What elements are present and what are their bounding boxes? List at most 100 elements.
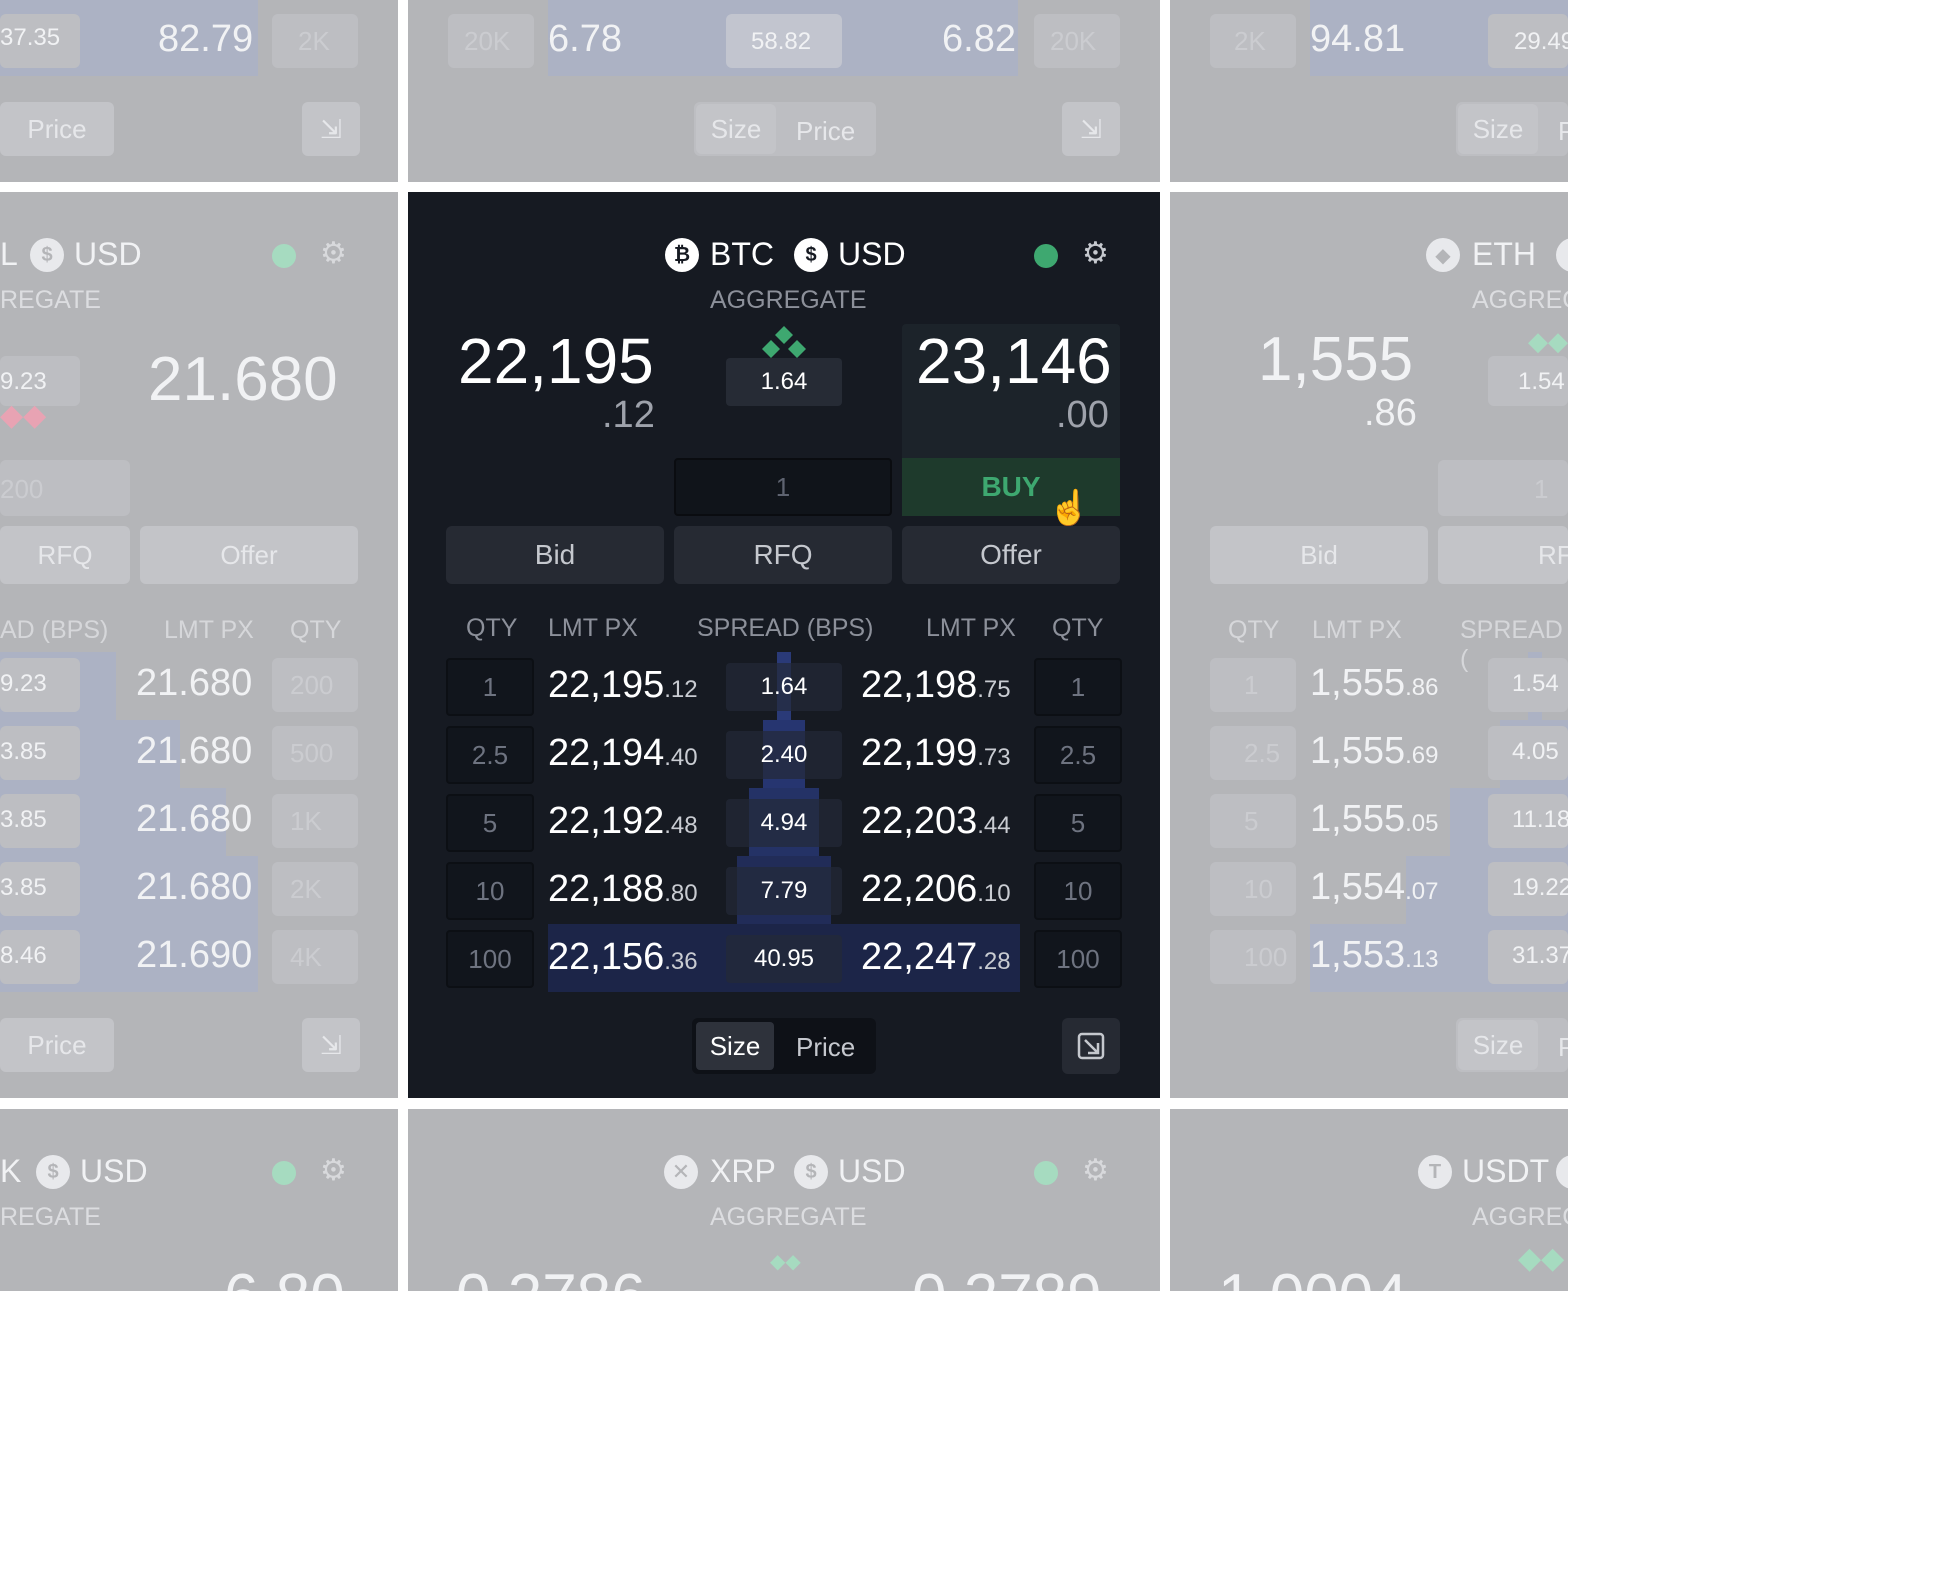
quote-symbol: USD — [838, 1153, 906, 1189]
limit-price[interactable]: 1,554.07 — [1310, 866, 1438, 909]
spread-value: 8.46 — [0, 942, 47, 969]
price-fraction: .69 — [1405, 742, 1439, 769]
bid-limit-price[interactable]: 22,195.12 — [548, 664, 698, 707]
price-fraction: .40 — [664, 744, 698, 771]
price-integer: 22,199 — [861, 732, 978, 774]
usd-coin-icon: $ — [30, 238, 64, 272]
qty-cell-left[interactable]: 1 — [446, 658, 534, 716]
spread-cell: 2.40 — [726, 731, 842, 779]
tile-top-center: 20K 6.78 58.82 6.82 20K Size Price ⇲ — [408, 0, 1160, 182]
bid-button[interactable]: Bid — [1210, 526, 1428, 584]
price-integer: 22,195 — [548, 664, 665, 706]
gear-icon[interactable]: ⚙ — [1082, 1153, 1109, 1188]
ask-price-big: 0.2789 — [912, 1261, 1102, 1291]
mode-label: REGATE — [0, 1203, 101, 1231]
qty-cell-right[interactable]: 100 — [1034, 930, 1122, 988]
size-toggle[interactable]: Size — [1458, 104, 1538, 154]
col-lmt-px-left: LMT PX — [548, 614, 638, 642]
limit-price[interactable]: 21.680 — [136, 662, 252, 705]
price-integer: 1,555 — [1310, 730, 1406, 772]
col-lmt-px: LMT PX — [164, 616, 254, 644]
price-toggle[interactable]: Price — [796, 1032, 855, 1063]
spread-value: 1.54 — [1518, 368, 1565, 395]
bid-limit-price[interactable]: 22,188.80 — [548, 868, 698, 911]
price-toggle[interactable]: Price — [796, 116, 855, 147]
usd-coin-icon: $ — [794, 1155, 828, 1189]
bid-limit-price[interactable]: 22,156.36 — [548, 936, 698, 979]
price-integer: 22,188 — [548, 868, 665, 910]
spread-value: 31.37 — [1512, 942, 1568, 969]
price-toggle[interactable]: Price — [0, 1018, 114, 1072]
gear-icon[interactable]: ⚙ — [320, 1153, 347, 1188]
limit-price[interactable]: 1,555.69 — [1310, 730, 1438, 773]
qty-cell-right[interactable]: 1 — [1034, 658, 1122, 716]
spread-cell: 1.64 — [726, 663, 842, 711]
size-toggle[interactable]: Size — [1458, 1020, 1538, 1070]
qty-cell-left[interactable]: 2.5 — [446, 726, 534, 784]
qty-cell-right[interactable]: 2.5 — [1034, 726, 1122, 784]
qty-cell-left[interactable]: 100 — [446, 930, 534, 988]
price-fraction: .80 — [664, 880, 698, 907]
qty-cell-right[interactable]: 5 — [1034, 794, 1122, 852]
limit-price[interactable]: 21.680 — [136, 798, 252, 841]
offer-button[interactable]: Offer — [140, 526, 358, 584]
limit-price[interactable]: 21.680 — [136, 866, 252, 909]
col-lmt-px: LMT PX — [1312, 616, 1402, 644]
limit-price[interactable]: 21.680 — [136, 730, 252, 773]
bid-limit-price[interactable]: 22,194.40 — [548, 732, 698, 775]
qty-input[interactable] — [1438, 460, 1568, 516]
qty-value: 2K — [1234, 26, 1266, 56]
spread-cell: 7.79 — [726, 867, 842, 915]
qty-value: 1 — [1244, 670, 1259, 700]
ask-limit-price[interactable]: 22,206.10 — [861, 868, 1011, 911]
limit-price[interactable]: 1,555.05 — [1310, 798, 1438, 841]
price-big: 6.80 — [224, 1261, 345, 1291]
rfq-button[interactable]: RFQ — [0, 526, 130, 584]
spread-value: 58.82 — [751, 28, 812, 55]
rfq-button[interactable]: RFQ — [674, 526, 892, 584]
size-toggle[interactable]: Size — [696, 1022, 774, 1070]
qty-input[interactable]: 1 — [674, 458, 892, 516]
col-qty-left: QTY — [466, 614, 518, 642]
btc-usd-tile: ₿ BTC $ USD ⚙ AGGREGATE 22,195 .12 1.64 … — [408, 192, 1160, 1098]
qty-cell-right[interactable]: 10 — [1034, 862, 1122, 920]
limit-price[interactable]: 1,555.86 — [1310, 662, 1438, 705]
mode-label: AGGREG — [1472, 1203, 1568, 1231]
qty-value: 2K — [298, 26, 330, 56]
popout-icon[interactable]: ⇲ — [302, 102, 360, 156]
limit-price[interactable]: 21.690 — [136, 934, 252, 977]
ask-limit-price[interactable]: 22,247.28 — [861, 936, 1011, 979]
gear-icon[interactable]: ⚙ — [1082, 236, 1109, 271]
popout-icon[interactable]: ⇲ — [302, 1018, 360, 1072]
gear-icon[interactable]: ⚙ — [320, 236, 347, 271]
price-toggle[interactable]: P — [1558, 116, 1568, 147]
spread-up-icon: ◆◆ — [1528, 326, 1568, 356]
limit-price[interactable]: 1,553.13 — [1310, 934, 1438, 977]
price-toggle[interactable]: Price — [0, 102, 114, 156]
col-qty: QTY — [1228, 616, 1280, 644]
ask-limit-price[interactable]: 22,198.75 — [861, 664, 1011, 707]
size-toggle[interactable]: Size — [696, 104, 776, 154]
base-symbol: BTC — [710, 236, 774, 272]
base-symbol: ETH — [1472, 236, 1536, 272]
spread-up-icon: ◆◆ — [770, 1251, 801, 1273]
price-fraction: .12 — [664, 676, 698, 703]
spread-value: 37.35 — [0, 24, 61, 51]
bid-button[interactable]: Bid — [446, 526, 664, 584]
ask-limit-price[interactable]: 22,199.73 — [861, 732, 1011, 775]
bid-limit-price[interactable]: 22,192.48 — [548, 800, 698, 843]
offer-button[interactable]: Offer — [902, 526, 1120, 584]
bid-price-big: 1,555 — [1258, 325, 1414, 394]
qty-cell-left[interactable]: 5 — [446, 794, 534, 852]
rfq-button[interactable]: RFQ — [1438, 526, 1568, 584]
price-toggle[interactable]: P — [1558, 1032, 1568, 1063]
popout-icon[interactable] — [1062, 1018, 1120, 1074]
price-fraction: .86 — [1405, 674, 1439, 701]
popout-icon[interactable]: ⇲ — [1062, 102, 1120, 156]
usd-coin-icon — [1556, 238, 1568, 272]
qty-left-value: 20K — [464, 26, 511, 56]
qty-cell-left[interactable]: 10 — [446, 862, 534, 920]
qty-value: 1K — [290, 806, 322, 836]
price-fraction: .05 — [1405, 810, 1439, 837]
ask-limit-price[interactable]: 22,203.44 — [861, 800, 1011, 843]
